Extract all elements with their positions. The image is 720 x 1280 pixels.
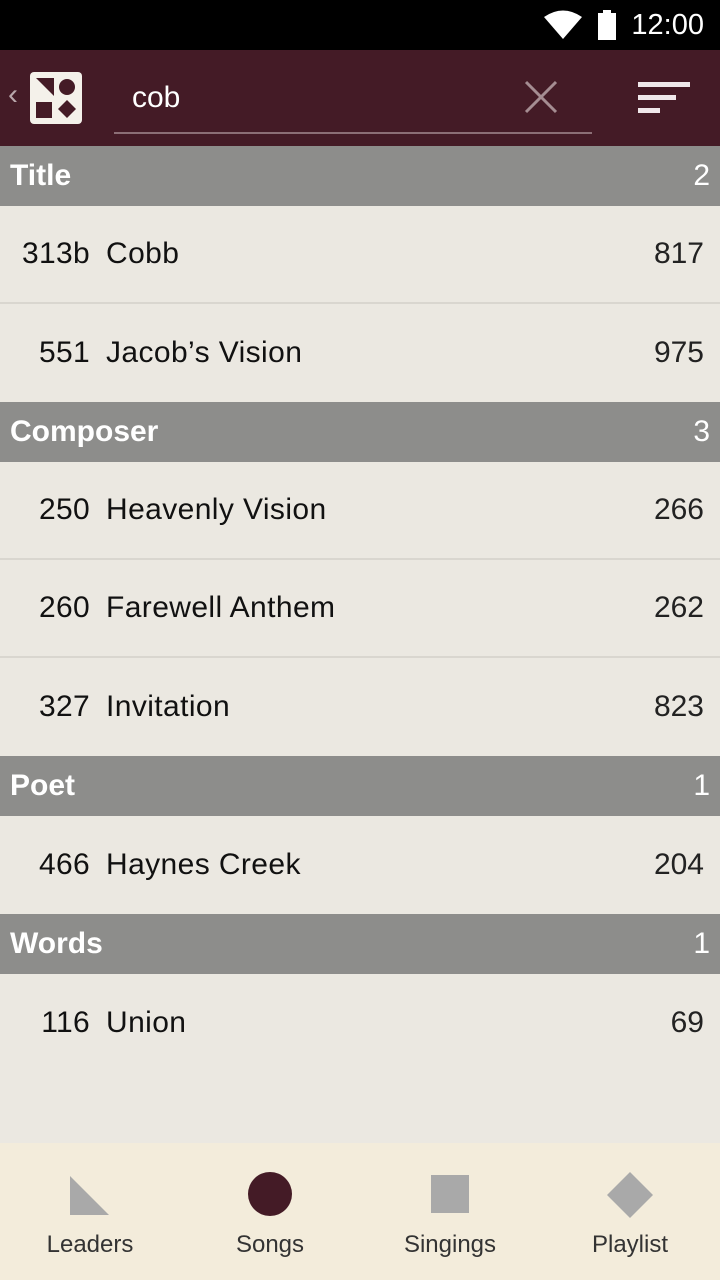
section-count: 1 <box>693 927 710 960</box>
section-header-words: Words 1 <box>0 914 720 974</box>
song-title: Farewell Anthem <box>106 591 336 624</box>
song-count: 204 <box>653 848 704 881</box>
square-icon <box>360 1171 540 1219</box>
battery-icon <box>597 10 617 40</box>
section-header-composer: Composer 3 <box>0 402 720 462</box>
list-item[interactable]: 260 Farewell Anthem 262 <box>0 560 720 658</box>
status-bar: 12:00 <box>0 0 720 50</box>
song-number: 327 <box>39 690 90 723</box>
section-label: Words <box>10 927 103 960</box>
results-list: Title 2 313b Cobb 817 551 Jacob’s Vision… <box>0 146 720 1072</box>
nav-label: Playlist <box>591 1231 669 1258</box>
circle-icon <box>180 1171 360 1219</box>
song-count: 975 <box>653 336 704 369</box>
song-title: Heavenly Vision <box>106 493 327 526</box>
nav-label: Songs <box>235 1231 305 1258</box>
song-count: 69 <box>670 1006 704 1039</box>
wifi-icon <box>543 10 583 40</box>
app-bar: ‹ <box>0 50 720 146</box>
list-item[interactable]: 313b Cobb 817 <box>0 206 720 304</box>
song-title: Cobb <box>106 237 180 270</box>
section-header-poet: Poet 1 <box>0 756 720 816</box>
song-number: 250 <box>39 493 90 526</box>
search-field <box>114 68 592 134</box>
status-time: 12:00 <box>631 8 704 41</box>
song-count: 823 <box>653 690 704 723</box>
list-item[interactable]: 327 Invitation 823 <box>0 658 720 756</box>
song-title: Haynes Creek <box>106 848 301 881</box>
song-title: Invitation <box>106 690 231 723</box>
bottom-nav: Leaders Songs Singings Playlist <box>0 1143 720 1280</box>
song-title: Jacob’s Vision <box>106 336 303 369</box>
sort-icon[interactable] <box>636 80 692 116</box>
section-label: Composer <box>10 415 159 448</box>
list-item[interactable]: 551 Jacob’s Vision 975 <box>0 304 720 402</box>
nav-item-songs[interactable]: Songs <box>180 1143 360 1280</box>
nav-label: Leaders <box>46 1231 134 1258</box>
song-count: 262 <box>653 591 704 624</box>
song-title: Union <box>106 1006 187 1039</box>
triangle-icon <box>0 1171 180 1219</box>
song-number: 260 <box>39 591 90 624</box>
song-count: 817 <box>653 237 704 270</box>
section-label: Poet <box>10 769 76 802</box>
section-count: 2 <box>693 159 710 192</box>
nav-item-playlist[interactable]: Playlist <box>540 1143 720 1280</box>
diamond-icon <box>540 1171 720 1219</box>
nav-item-leaders[interactable]: Leaders <box>0 1143 180 1280</box>
song-number: 116 <box>41 1006 90 1039</box>
list-item[interactable]: 116 Union 69 <box>0 974 720 1072</box>
back-chevron-icon[interactable]: ‹ <box>8 80 18 110</box>
section-header-title: Title 2 <box>0 146 720 206</box>
section-count: 3 <box>693 415 710 448</box>
section-label: Title <box>10 159 72 192</box>
list-item[interactable]: 466 Haynes Creek 204 <box>0 816 720 914</box>
song-count: 266 <box>653 493 704 526</box>
app-logo-icon[interactable] <box>30 72 82 124</box>
search-input[interactable] <box>132 78 512 118</box>
list-item[interactable]: 250 Heavenly Vision 266 <box>0 462 720 560</box>
song-number: 551 <box>39 336 90 369</box>
song-number: 313b <box>22 237 90 270</box>
nav-label: Singings <box>403 1231 497 1258</box>
song-number: 466 <box>39 848 90 881</box>
section-count: 1 <box>693 769 710 802</box>
nav-item-singings[interactable]: Singings <box>360 1143 540 1280</box>
clear-icon[interactable] <box>522 78 560 116</box>
